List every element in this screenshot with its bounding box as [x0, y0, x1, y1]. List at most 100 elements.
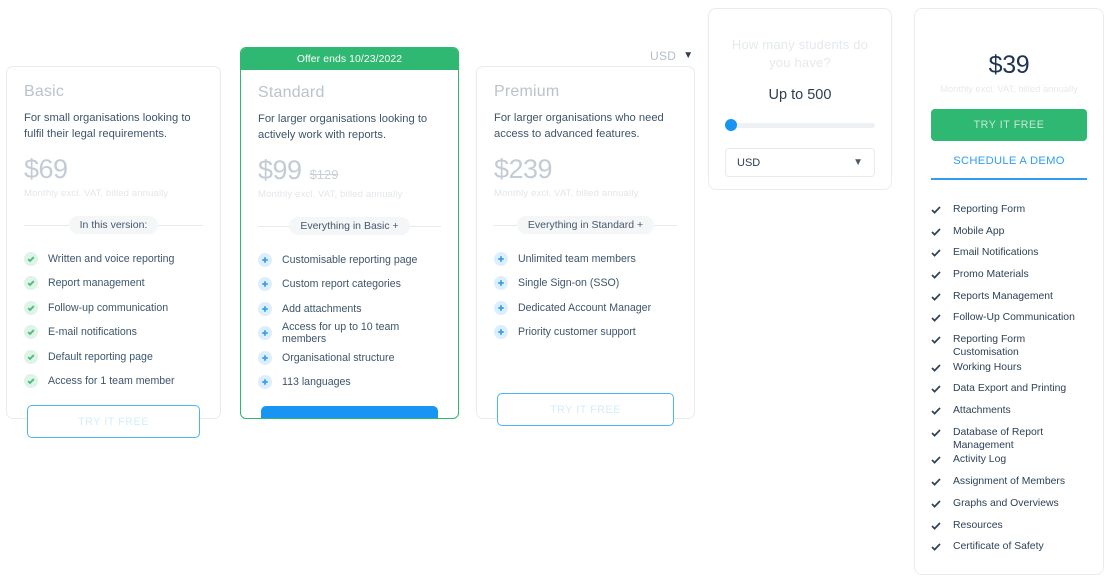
- check-circle-icon: [24, 251, 38, 266]
- summary-feature-label: Graphs and Overviews: [953, 497, 1059, 509]
- try-it-free-button-summary[interactable]: TRY IT FREE: [931, 109, 1087, 141]
- feature-label: Custom report categories: [282, 278, 401, 291]
- plan-divider-label: Everything in Basic +: [289, 216, 410, 235]
- list-item: Custom report categories: [258, 272, 441, 297]
- summary-feature-label: Promo Materials: [953, 269, 1029, 281]
- feature-label: Add attachments: [282, 302, 362, 315]
- plus-circle-icon: [494, 276, 508, 291]
- plan-card-standard: Offer ends 10/23/2022 Standard For large…: [240, 47, 459, 419]
- plan-divider: Everything in Basic +: [258, 216, 441, 235]
- feature-label: Organisational structure: [282, 351, 395, 364]
- check-icon: [931, 542, 941, 552]
- currency-selector-top[interactable]: USD ▼: [650, 49, 693, 63]
- list-item: Customisable reporting page: [258, 247, 441, 272]
- list-item: Unlimited team members: [494, 246, 677, 271]
- plan-card-basic: Basic For small organisations looking to…: [6, 66, 221, 439]
- plus-circle-icon: [494, 251, 508, 266]
- summary-feature-label: Database of Report Management: [953, 426, 1044, 452]
- summary-feature-label: Activity Log: [953, 454, 1007, 466]
- check-icon: [931, 406, 941, 416]
- feature-list: Customisable reporting page Custom repor…: [258, 247, 441, 394]
- list-item: Dedicated Account Manager: [494, 295, 677, 320]
- list-item: Follow-Up Communication: [931, 310, 1089, 332]
- active-tab-underline: [931, 178, 1087, 180]
- plan-price-row: $69: [24, 156, 203, 183]
- check-circle-icon: [24, 276, 38, 291]
- feature-label: Unlimited team members: [518, 252, 636, 265]
- feature-label: Dedicated Account Manager: [518, 301, 652, 314]
- list-item: Promo Materials: [931, 267, 1089, 289]
- list-item: Access for up to 10 team members: [258, 321, 441, 346]
- list-item: Working Hours: [931, 360, 1089, 382]
- plan-divider-label: Everything in Standard +: [516, 215, 655, 234]
- summary-feature-label: Resources: [953, 519, 1003, 531]
- summary-price-note: Monthly excl. VAT, billed annually: [940, 83, 1078, 94]
- summary-feature-label: Assignment of Members: [953, 476, 1066, 488]
- feature-label: Report management: [48, 277, 145, 290]
- check-circle-icon: [24, 349, 38, 364]
- list-item: Access for 1 team member: [24, 369, 203, 394]
- list-item: Database of Report Management: [931, 425, 1089, 453]
- plus-circle-icon: [258, 301, 272, 316]
- plan-card-basic-body: Basic For small organisations looking to…: [7, 67, 220, 439]
- plan-price-note: Monthly excl. VAT, billed annually: [494, 188, 639, 200]
- feature-label: Follow-up communication: [48, 301, 169, 314]
- slider-track[interactable]: [725, 123, 875, 129]
- try-it-free-button-premium[interactable]: TRY IT FREE: [497, 393, 674, 427]
- check-icon: [931, 428, 941, 438]
- feature-label: Single Sign-on (SSO): [518, 277, 620, 290]
- plan-price-note: Monthly excl. VAT, billed annually: [24, 188, 169, 200]
- chevron-down-icon: ▼: [683, 50, 694, 61]
- students-slider[interactable]: [725, 119, 875, 132]
- list-item: Graphs and Overviews: [931, 496, 1089, 518]
- check-icon: [931, 477, 941, 487]
- summary-feature-label: Email Notifications: [953, 247, 1039, 259]
- schedule-a-demo-link[interactable]: SCHEDULE A DEMO: [915, 155, 1103, 167]
- try-it-free-button-standard[interactable]: TRY IT FREE: [261, 406, 438, 418]
- check-icon: [931, 205, 941, 215]
- summary-feature-label: Certificate of Safety: [953, 541, 1044, 553]
- plan-description: For small organisations looking to fulfi…: [24, 112, 191, 141]
- list-item: Reports Management: [931, 289, 1089, 311]
- check-icon: [931, 292, 941, 302]
- try-it-free-button-basic[interactable]: TRY IT FREE: [27, 405, 200, 439]
- list-item: Resources: [931, 518, 1089, 540]
- plus-circle-icon: [258, 375, 272, 390]
- summary-feature-label: Mobile App: [953, 225, 1005, 237]
- pricing-page: USD ▼ Basic For small organisations look…: [0, 0, 1108, 585]
- currency-selector-top-value: USD: [650, 49, 677, 63]
- check-icon: [931, 384, 941, 394]
- feature-label: Access for 1 team member: [48, 375, 175, 388]
- plan-price-row: $99 $129: [258, 157, 441, 184]
- slider-thumb[interactable]: [725, 119, 737, 132]
- students-panel: How many students do you have? Up to 500…: [708, 8, 892, 190]
- currency-select[interactable]: USD ▼: [725, 148, 875, 178]
- feature-label: E-mail notifications: [48, 326, 137, 339]
- students-value-label: Up to 500: [768, 87, 832, 104]
- students-question: How many students do you have?: [731, 37, 869, 70]
- plan-card-premium: Premium For larger organisations who nee…: [476, 66, 695, 427]
- check-icon: [931, 270, 941, 280]
- list-item: Assignment of Members: [931, 474, 1089, 496]
- feature-list: Unlimited team members Single Sign-on (S…: [494, 246, 677, 369]
- plus-circle-icon: [258, 350, 272, 365]
- feature-label: 113 languages: [282, 376, 351, 389]
- check-icon: [931, 521, 941, 531]
- plan-name: Standard: [258, 84, 325, 101]
- list-item: Data Export and Printing: [931, 381, 1089, 403]
- offer-banner: Offer ends 10/23/2022: [241, 48, 458, 70]
- feature-label: Access for up to 10 team members: [282, 321, 400, 346]
- check-circle-icon: [24, 325, 38, 340]
- check-icon: [931, 455, 941, 465]
- plus-circle-icon: [494, 300, 508, 315]
- summary-feature-label: Follow-Up Communication: [953, 312, 1075, 324]
- plus-circle-icon: [258, 277, 272, 292]
- plan-divider: Everything in Standard +: [494, 215, 677, 234]
- feature-label: Customisable reporting page: [282, 253, 418, 266]
- plus-circle-icon: [494, 325, 508, 340]
- list-item: Written and voice reporting: [24, 246, 203, 271]
- summary-feature-label: Reports Management: [953, 290, 1053, 302]
- list-item: Certificate of Safety: [931, 539, 1089, 561]
- list-item: Add attachments: [258, 296, 441, 321]
- currency-select-value: USD: [737, 156, 761, 169]
